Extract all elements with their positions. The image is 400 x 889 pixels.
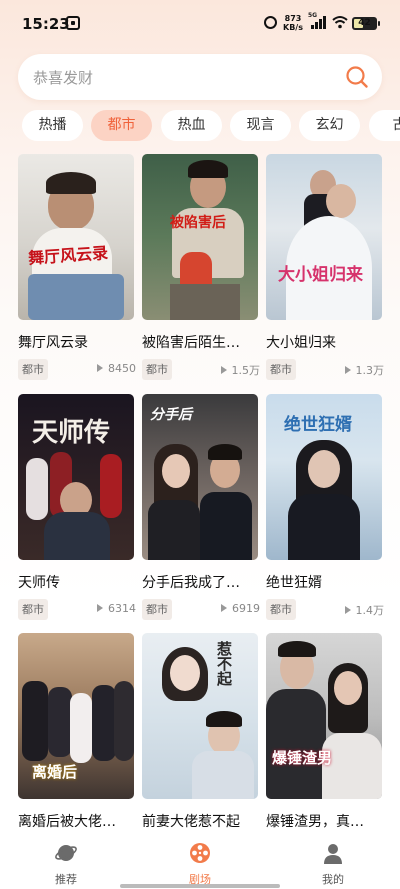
nav-profile[interactable]: 我的 [303, 841, 363, 887]
signal-icon [311, 16, 327, 29]
play-count: 6919 [221, 602, 260, 615]
planet-icon [55, 845, 77, 861]
drama-poster[interactable]: 分手后 [142, 394, 258, 560]
drama-poster[interactable]: 天师传 [18, 394, 134, 560]
tab-passion[interactable]: 热血 [161, 110, 222, 141]
drama-title: 绝世狂婿 [266, 575, 322, 591]
tab-city[interactable]: 都市 [91, 110, 152, 141]
wifi-icon [332, 16, 348, 29]
play-count: 1.5万 [220, 362, 260, 378]
play-count: 8450 [97, 362, 136, 375]
drama-poster[interactable]: 爆锤渣男 [266, 633, 382, 799]
play-icon [97, 364, 103, 372]
notification-icon [66, 16, 80, 30]
drama-poster[interactable]: 离婚后 [18, 633, 134, 799]
play-icon [220, 366, 227, 374]
drama-poster[interactable]: 大小姐归来 [266, 154, 382, 320]
drama-title: 离婚后被大佬… [18, 814, 116, 830]
play-icon [344, 606, 351, 614]
status-bar: 15:23 873 KB/s 5G 42 [0, 0, 400, 48]
nav-theater[interactable]: 剧场 [170, 841, 230, 887]
tab-ancient[interactable]: 古 [369, 110, 400, 141]
battery-icon: 42 [352, 17, 380, 30]
genre-tag: 都市 [18, 599, 48, 620]
genre-tag: 都市 [142, 359, 172, 380]
genre-tag: 都市 [142, 599, 172, 620]
genre-tag: 都市 [266, 599, 296, 620]
drama-title: 爆锤渣男，真… [266, 814, 364, 830]
drama-poster[interactable]: 惹不起 [142, 633, 258, 799]
drama-title: 前妻大佬惹不起 [142, 814, 240, 830]
search-bar[interactable]: 恭喜发财 [18, 54, 382, 100]
drama-title: 舞厅风云录 [18, 335, 88, 351]
drama-title: 分手后我成了… [142, 575, 240, 591]
tab-fantasy[interactable]: 玄幻 [299, 110, 360, 141]
nav-recommend[interactable]: 推荐 [36, 841, 96, 887]
status-time: 15:23 [22, 15, 70, 33]
drama-title: 被陷害后陌生… [142, 335, 240, 351]
tab-romance[interactable]: 现言 [230, 110, 291, 141]
category-tabs: 热播 都市 热血 现言 玄幻 古 [22, 110, 400, 142]
search-placeholder: 恭喜发财 [33, 69, 94, 87]
drama-title: 天师传 [18, 575, 60, 591]
user-icon [324, 844, 342, 864]
play-icon [221, 604, 227, 612]
drama-poster[interactable]: 舞厅风云录 [18, 154, 134, 320]
alarm-icon [264, 16, 277, 29]
drama-title: 大小姐归来 [266, 335, 336, 351]
play-icon [97, 604, 103, 612]
drama-poster[interactable]: 被陷害后 [142, 154, 258, 320]
play-count: 6314 [97, 602, 136, 615]
tab-hot[interactable]: 热播 [22, 110, 83, 141]
play-count: 1.3万 [344, 362, 384, 378]
play-icon [344, 366, 351, 374]
net-speed: 873 KB/s [283, 14, 303, 32]
genre-tag: 都市 [18, 359, 48, 380]
search-icon[interactable] [345, 65, 369, 89]
drama-poster[interactable]: 绝世狂婿 [266, 394, 382, 560]
film-reel-icon [190, 843, 210, 863]
home-indicator[interactable] [120, 884, 280, 888]
genre-tag: 都市 [266, 359, 296, 380]
play-count: 1.4万 [344, 602, 384, 618]
bottom-nav: 推荐 剧场 我的 [0, 831, 400, 889]
